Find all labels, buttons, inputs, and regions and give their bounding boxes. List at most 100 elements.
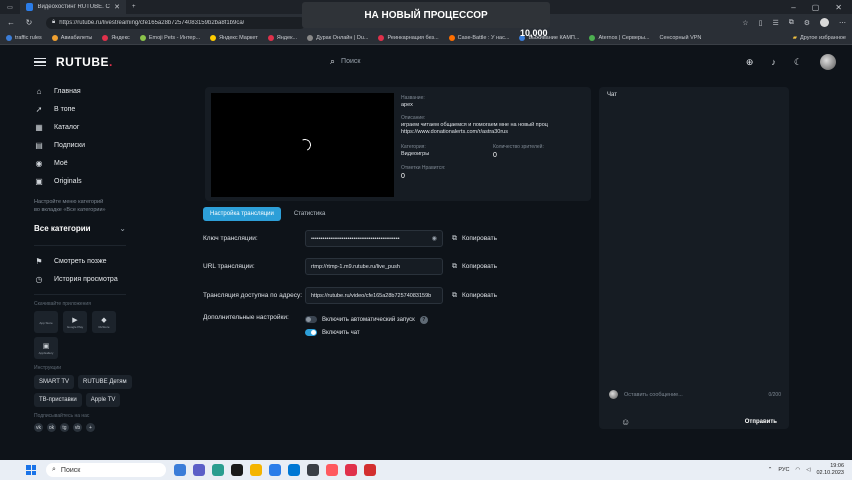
taskbar-app-icon[interactable] bbox=[364, 464, 376, 476]
volume-icon[interactable]: ◁ bbox=[806, 467, 810, 473]
taskbar-search[interactable]: ⌕ Поиск bbox=[46, 463, 166, 477]
bell-icon[interactable]: ♪ bbox=[771, 57, 776, 67]
tab-rutube[interactable]: Видеохостинг RUTUBE. Смотр... ✕ bbox=[20, 0, 126, 14]
autostart-toggle[interactable] bbox=[305, 316, 317, 323]
rutube-logo[interactable]: RUTUBE. bbox=[56, 55, 113, 69]
taskbar-app-icon[interactable] bbox=[326, 464, 338, 476]
menu-icon[interactable] bbox=[34, 57, 46, 67]
bookmark-item[interactable]: Сенсорный VPN bbox=[659, 35, 701, 41]
copy-address-button[interactable]: ⧉ Копировать bbox=[452, 292, 497, 300]
bookmark-item[interactable]: Emoji Pets - Интер... bbox=[139, 34, 200, 41]
help-icon[interactable]: ? bbox=[419, 315, 428, 324]
back-icon[interactable]: ← bbox=[6, 18, 16, 27]
bookmark-other-folder[interactable]: ▰ Другое избранное bbox=[793, 35, 846, 41]
chip-smart-tv[interactable]: SMART TV bbox=[34, 375, 75, 389]
sidebar-item-originals[interactable]: ▣ Originals bbox=[0, 172, 140, 190]
sidebar-item-history[interactable]: ◷ История просмотра bbox=[0, 270, 140, 288]
emoji-icon[interactable]: ☺ bbox=[621, 417, 630, 427]
all-categories-toggle[interactable]: Все категории ⌄ bbox=[0, 218, 140, 239]
sidebar-item-mine[interactable]: ◉ Моё bbox=[0, 154, 140, 172]
bookmark-item[interactable]: Case-Battle : У нас... bbox=[448, 34, 509, 41]
windows-start-icon[interactable] bbox=[26, 465, 36, 475]
site-search[interactable]: ⌕ Поиск bbox=[330, 56, 360, 67]
upload-icon[interactable]: ⊕ bbox=[746, 57, 754, 68]
sidebar-item-home[interactable]: ⌂ Главная bbox=[0, 82, 140, 100]
ok-icon[interactable]: ok bbox=[47, 423, 56, 432]
overlay-counter: 10,000 bbox=[520, 28, 548, 38]
rustore-button[interactable]: ◆ RuStore bbox=[92, 311, 116, 333]
sidebar-item-catalog[interactable]: ▦ Каталог bbox=[0, 118, 140, 136]
split-icon[interactable]: ▯ bbox=[759, 19, 763, 27]
taskbar-app-icon[interactable] bbox=[307, 464, 319, 476]
folder-icon: ▰ bbox=[792, 34, 797, 41]
reload-icon[interactable]: ↻ bbox=[24, 18, 34, 27]
tab-statistics[interactable]: Статистика bbox=[287, 207, 333, 221]
taskbar-app-icon[interactable] bbox=[250, 464, 262, 476]
taskbar-app-icon[interactable] bbox=[345, 464, 357, 476]
bookmark-icon: ⚑ bbox=[35, 256, 43, 266]
copy-key-button[interactable]: ⧉ Копировать bbox=[452, 235, 497, 243]
appgallery-button[interactable]: ▣ AppGallery bbox=[34, 337, 58, 359]
extensions-icon[interactable]: ⚙ bbox=[804, 19, 810, 27]
send-button[interactable]: Отправить bbox=[745, 419, 777, 425]
theme-moon-icon[interactable]: ☾ bbox=[794, 57, 802, 68]
clock[interactable]: 19:06 02.10.2023 bbox=[816, 463, 844, 477]
favorite-star-icon[interactable]: ☆ bbox=[742, 19, 748, 27]
eye-icon[interactable]: ◉ bbox=[432, 235, 437, 242]
collections-icon[interactable]: ⧉ bbox=[789, 19, 794, 27]
telegram-icon[interactable]: tg bbox=[60, 423, 69, 432]
taskbar-app-icon[interactable] bbox=[288, 464, 300, 476]
stream-address-label: Трансляция доступна по адресу: bbox=[203, 292, 303, 299]
favorites-icon[interactable]: ☰ bbox=[772, 19, 778, 27]
profile-icon[interactable] bbox=[820, 18, 829, 27]
stream-address-field[interactable]: https://rutube.ru/video/cfe165a28b725740… bbox=[305, 287, 443, 304]
chip-kids[interactable]: RUTUBE Детям bbox=[78, 375, 132, 389]
vk-icon[interactable]: vk bbox=[34, 423, 43, 432]
tab-settings[interactable]: Настройка трансляции bbox=[203, 207, 281, 221]
bookmark-item[interactable]: Яндекс Маркет bbox=[210, 34, 258, 41]
stream-key-field[interactable]: ••••••••••••••••••••••••••••••••••••••••… bbox=[305, 230, 443, 247]
minimize-button[interactable]: – bbox=[791, 3, 795, 12]
copy-url-button[interactable]: ⧉ Копировать bbox=[452, 263, 497, 271]
app-store-button[interactable]: App Store bbox=[34, 311, 58, 333]
bookmark-item[interactable]: Aternos | Серверы... bbox=[589, 34, 649, 41]
tab-switcher[interactable]: ▭ bbox=[0, 0, 20, 14]
google-play-button[interactable]: ▶ Google Play bbox=[63, 311, 87, 333]
chat-panel: Чат Оставить сообщение... 0/200 ☺ Отправ… bbox=[599, 87, 789, 429]
new-tab-button[interactable]: + bbox=[126, 0, 142, 14]
bookmark-item[interactable]: Яндекс bbox=[102, 34, 130, 41]
bookmark-item[interactable]: traffic rules bbox=[6, 34, 42, 41]
tab-close-icon[interactable]: ✕ bbox=[114, 3, 120, 11]
taskbar-app-icon[interactable] bbox=[212, 464, 224, 476]
wifi-icon[interactable]: ◠ bbox=[795, 467, 800, 473]
more-icon[interactable]: ⋯ bbox=[839, 19, 846, 27]
taskbar-app-icon[interactable] bbox=[193, 464, 205, 476]
taskbar-app-icon[interactable] bbox=[174, 464, 186, 476]
sidebar-item-top[interactable]: ➚ В топе bbox=[0, 100, 140, 118]
close-window-button[interactable]: ✕ bbox=[835, 3, 842, 12]
bookmark-item[interactable]: Дурак Онлайн | Du... bbox=[307, 34, 368, 41]
window-controls: – ▢ ✕ bbox=[791, 3, 852, 12]
lang-indicator[interactable]: РУС bbox=[778, 467, 789, 473]
likes-label: Отметки Нравится: bbox=[401, 165, 446, 171]
taskbar-app-icon[interactable] bbox=[269, 464, 281, 476]
viber-icon[interactable]: vb bbox=[73, 423, 82, 432]
avatar[interactable] bbox=[820, 54, 836, 70]
category-value: Видеоигры bbox=[401, 151, 430, 157]
bookmark-item[interactable]: Яндек... bbox=[267, 34, 297, 41]
maximize-button[interactable]: ▢ bbox=[812, 3, 820, 12]
chip-tv-boxes[interactable]: ТВ-приставки bbox=[34, 393, 82, 407]
chat-input[interactable]: Оставить сообщение... 0/200 bbox=[609, 390, 781, 399]
sidebar-item-watch-later[interactable]: ⚑ Смотреть позже bbox=[0, 252, 140, 270]
tray-icon[interactable]: ⌃ bbox=[768, 467, 773, 473]
video-player[interactable] bbox=[211, 93, 394, 197]
stream-url-field[interactable]: rtmp://rtmp-1.m9.rutube.ru/live_push bbox=[305, 258, 443, 275]
more-social-icon[interactable]: + bbox=[86, 423, 95, 432]
taskbar-app-icon[interactable] bbox=[231, 464, 243, 476]
chip-apple-tv[interactable]: Apple TV bbox=[85, 393, 121, 407]
bookmark-item[interactable]: Реинкарнация без... bbox=[378, 34, 439, 41]
chat-toggle[interactable] bbox=[305, 329, 317, 336]
url-field[interactable]: 🔒︎ https://rutube.ru/livestreaming/cfe16… bbox=[46, 16, 306, 29]
sidebar-item-subscriptions[interactable]: ▤ Подписки bbox=[0, 136, 140, 154]
bookmark-item[interactable]: Авиабилеты bbox=[51, 34, 92, 41]
